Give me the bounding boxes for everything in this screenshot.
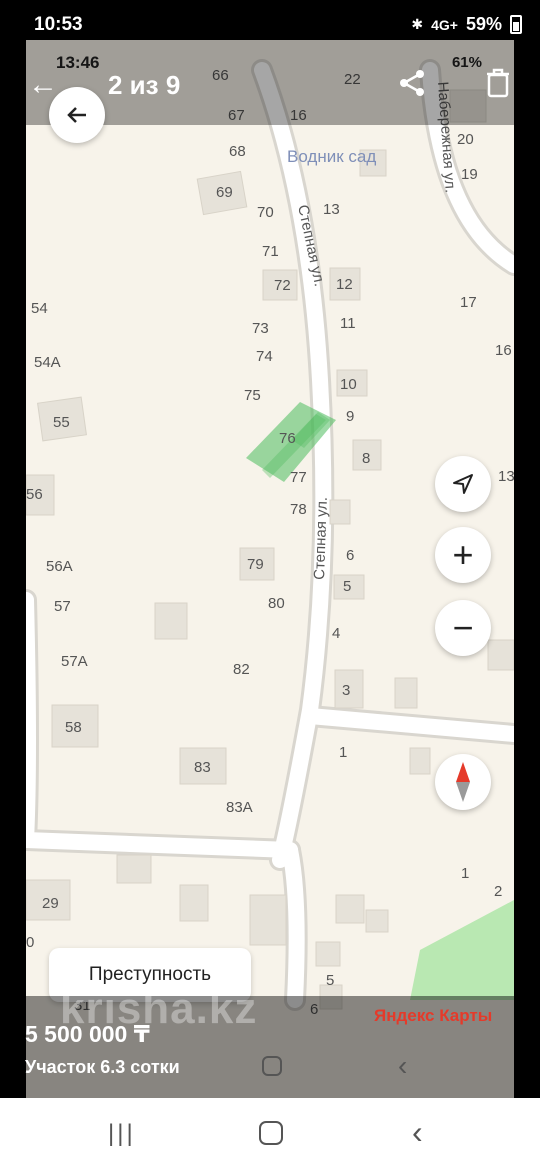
battery-icon [510,15,522,34]
map-label: 0 [26,934,34,951]
status-icons: ✱ 4G+ 59% [411,14,522,35]
zoom-in-button[interactable]: + [435,527,491,583]
map-label: 57А [61,653,88,670]
bluetooth-icon: ✱ [411,16,424,32]
map-label: 2 [494,883,502,900]
map-label: 5 [343,578,351,595]
listing-price: 5 500 000 ₸ [25,1021,150,1047]
map-label: 79 [247,556,264,573]
map-label: 74 [256,348,273,365]
map-label: 68 [229,143,246,160]
map-back-button[interactable] [49,87,105,143]
map-label: 57 [54,598,71,615]
map-label: 8 [362,450,370,467]
map-label: 80 [268,595,285,612]
map-label: 3 [342,682,350,699]
map-label: 56А [46,558,73,575]
compass-icon [456,762,470,802]
map-label: 16 [495,342,512,359]
map-label: 20 [457,131,474,148]
map-label: 56 [26,486,43,503]
map-label: 54А [34,354,61,371]
minus-icon: − [452,607,474,648]
map-label: 17 [460,294,477,311]
map-label: 13 [498,468,514,485]
map-label: 54 [31,300,48,317]
home-icon[interactable] [259,1121,283,1145]
back-icon[interactable]: ‹ [412,1114,423,1151]
back-arrow-icon[interactable]: ← [28,68,58,102]
arrow-left-icon [67,107,86,123]
battery-percent: 59% [465,14,502,34]
listing-subtitle: Участок 6.3 сотки [25,1057,180,1077]
share-icon[interactable] [397,68,427,103]
map-label: 71 [262,243,279,260]
map-label: 75 [244,387,261,404]
map-label: 4 [332,625,340,642]
inner-status-time: 13:46 [56,53,100,72]
map-label: 5 [326,972,334,989]
map-label: 83А [226,799,253,816]
map-label: 83 [194,759,211,776]
plus-icon: + [452,534,474,575]
map-label: 16 [290,107,307,124]
compass-button[interactable] [435,754,491,810]
garden-label: Водник сад [287,147,376,166]
inner-back-icon: ‹ [398,1050,408,1081]
map-label: 12 [336,276,353,293]
inner-status-battery: 61% [451,54,482,71]
map-label: 1 [461,865,469,882]
map-label: 19 [461,166,478,183]
network-icon: 4G+ [431,16,458,33]
map-label: 55 [53,414,70,431]
zoom-out-button[interactable]: − [435,600,491,656]
navigation-arrow-icon [453,474,473,494]
map-label: 6 [346,547,354,564]
map-label: 29 [42,895,59,912]
map-label: 72 [274,277,291,294]
inner-home-icon [262,1056,282,1076]
recent-apps-icon[interactable]: ||| [108,1120,136,1148]
system-nav-bar: ||| ‹ [0,1098,540,1170]
map-label: 1 [339,744,347,761]
map-label: 13 [323,201,340,218]
map-label: 11 [340,315,356,332]
map-label: 70 [257,204,274,221]
locate-me-button[interactable] [435,456,491,512]
map-label: 82 [233,661,250,678]
street-label: Степная ул. [311,497,331,581]
map-label: 58 [65,719,82,736]
map-label: 73 [252,320,269,337]
map-label: 9 [346,408,354,425]
map-label: 76 [279,430,296,447]
map-label: 78 [290,501,307,518]
map-attribution: Яндекс Карты [374,1006,493,1025]
status-time: 10:53 [34,14,83,35]
map-label: 10 [340,376,357,393]
map-label: 77 [290,469,307,486]
map-label: 66 [212,67,229,84]
map-label: 69 [216,184,233,201]
trash-icon[interactable] [485,68,511,103]
map-label: 67 [228,107,245,124]
map-label: 22 [344,71,361,88]
